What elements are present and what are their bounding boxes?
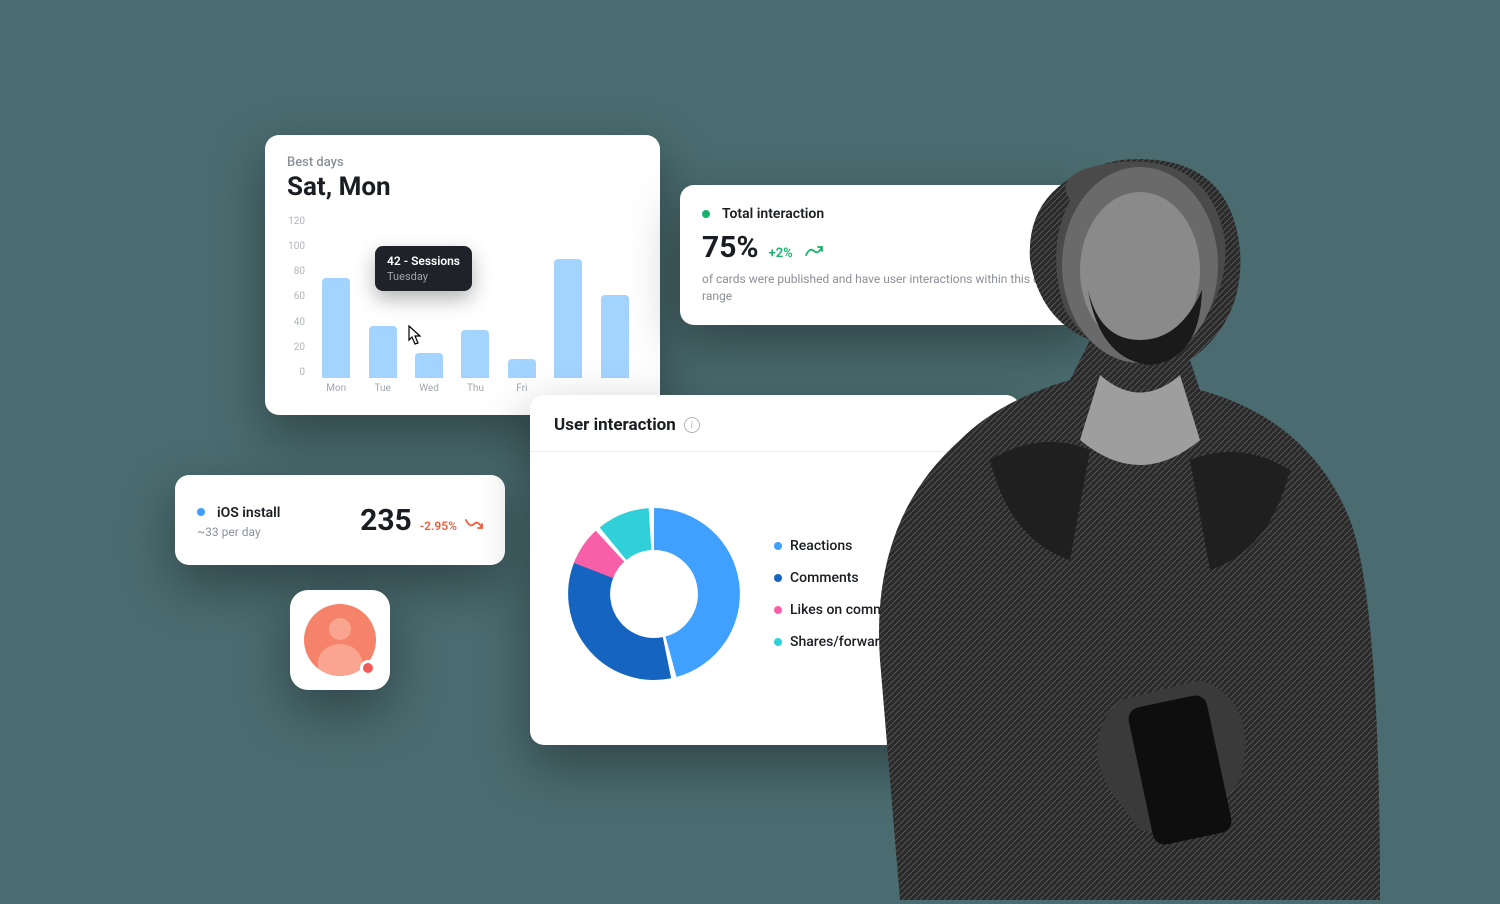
- bar-tue[interactable]: Tue: [366, 326, 400, 378]
- ios-install-title: iOS install: [217, 505, 280, 521]
- ios-install-card: iOS install ~33 per day 235 -2.95%: [175, 475, 505, 565]
- bar-wed[interactable]: Wed: [412, 353, 446, 378]
- person-photo: [840, 140, 1400, 900]
- tooltip-label: Tuesday: [387, 270, 460, 283]
- total-interaction-value: 75%: [702, 230, 759, 265]
- avatar-card[interactable]: [290, 590, 390, 690]
- y-tick: 120: [287, 216, 305, 227]
- ios-install-right: 235 -2.95%: [360, 503, 483, 538]
- y-tick: 0: [287, 367, 305, 378]
- y-axis: 120 100 80 60 40 20 0: [287, 216, 313, 396]
- ios-install-value: 235: [360, 503, 412, 538]
- best-days-card: Best days Sat, Mon 120 100 80 60 40 20 0…: [265, 135, 660, 415]
- chart-tooltip: 42 - Sessions Tuesday: [375, 246, 472, 291]
- best-days-value: Sat, Mon: [287, 172, 638, 202]
- y-tick: 80: [287, 266, 305, 277]
- y-tick: 100: [287, 241, 305, 252]
- trend-down-icon: [465, 515, 483, 534]
- legend-dot-icon: [774, 638, 782, 646]
- bar-sat[interactable]: [551, 259, 585, 378]
- total-interaction-title: Total interaction: [722, 206, 824, 222]
- bar-sun[interactable]: [598, 295, 632, 378]
- best-days-bar-chart: 120 100 80 60 40 20 0 42 - Sessions Tues…: [287, 216, 638, 396]
- bars-area: 42 - Sessions Tuesday Mon Tue Wed Thu Fr…: [313, 216, 638, 396]
- y-tick: 40: [287, 317, 305, 328]
- y-tick: 20: [287, 342, 305, 353]
- info-icon[interactable]: i: [684, 417, 700, 433]
- tooltip-value: 42 - Sessions: [387, 254, 460, 268]
- status-dot-icon: [702, 210, 710, 218]
- legend-dot-icon: [774, 542, 782, 550]
- ios-install-left: iOS install ~33 per day: [197, 502, 280, 539]
- bar-mon[interactable]: Mon: [319, 278, 353, 378]
- user-interaction-title: User interaction: [554, 415, 676, 435]
- ios-install-delta: -2.95%: [420, 519, 457, 533]
- pointer-cursor-icon: [403, 324, 425, 353]
- bar-thu[interactable]: Thu: [458, 330, 492, 378]
- trend-up-icon: [805, 242, 823, 261]
- notification-badge-icon: [360, 660, 376, 676]
- legend-dot-icon: [774, 574, 782, 582]
- total-interaction-delta: +2%: [769, 246, 793, 261]
- ios-install-subtitle: ~33 per day: [197, 525, 280, 539]
- best-days-label: Best days: [287, 155, 638, 170]
- status-dot-icon: [197, 508, 205, 516]
- bar-fri[interactable]: Fri: [505, 359, 539, 378]
- legend-dot-icon: [774, 606, 782, 614]
- ios-install-header: iOS install: [197, 502, 280, 521]
- donut-chart: [554, 494, 754, 694]
- y-tick: 60: [287, 291, 305, 302]
